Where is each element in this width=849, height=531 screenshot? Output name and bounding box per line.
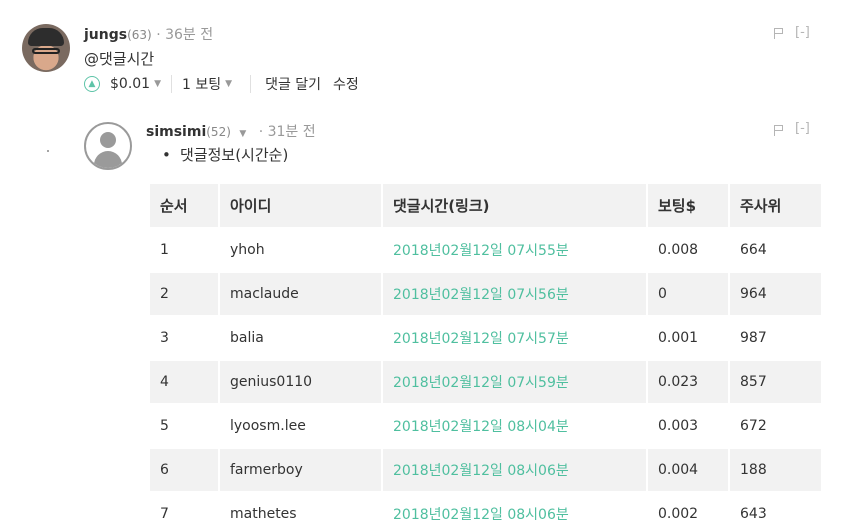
- cell-voting: 0.001: [646, 316, 730, 361]
- cell-voting: 0.004: [646, 448, 730, 493]
- chevron-down-icon[interactable]: ▼: [154, 79, 161, 89]
- cell-dice: 643: [728, 492, 823, 531]
- cell-order: 5: [148, 404, 220, 449]
- author-link[interactable]: jungs: [84, 27, 127, 43]
- cell-voting: 0.008: [646, 228, 730, 273]
- comment-time[interactable]: · 36분 전: [156, 27, 213, 43]
- author-link[interactable]: simsimi: [146, 124, 206, 140]
- table-row: 3 balia 2018년02월12일 07시57분 0.001 987: [148, 316, 823, 361]
- reply-button[interactable]: 댓글 달기: [265, 74, 321, 94]
- cell-voting: 0.023: [646, 360, 730, 405]
- cell-dice: 857: [728, 360, 823, 405]
- cell-order: 1: [148, 228, 220, 273]
- divider: [250, 75, 252, 93]
- cell-dice: 987: [728, 316, 823, 361]
- cell-time-link[interactable]: 2018년02월12일 07시59분: [381, 360, 648, 405]
- upvote-circle-icon[interactable]: ▲: [84, 76, 100, 92]
- cell-time-link[interactable]: 2018년02월12일 08시06분: [381, 448, 648, 493]
- cell-voting: 0.002: [646, 492, 730, 531]
- flag-icon[interactable]: [774, 125, 784, 136]
- comment-body: @댓글시간: [84, 50, 155, 68]
- cap-shape: [28, 28, 64, 46]
- header-time: 댓글시간(링크): [381, 184, 648, 229]
- table-row: 4 genius0110 2018년02월12일 07시59분 0.023 85…: [148, 360, 823, 405]
- header-voting: 보팅$: [646, 184, 730, 229]
- header-id: 아이디: [218, 184, 383, 229]
- votes-count[interactable]: 1 보팅: [182, 74, 221, 94]
- divider: [171, 75, 173, 93]
- glasses-shape: [32, 48, 60, 54]
- comment-meta: simsimi(52) ▼ · 31분 전: [146, 121, 316, 141]
- cell-time-link[interactable]: 2018년02월12일 07시55분: [381, 228, 648, 273]
- default-user-icon[interactable]: [84, 122, 132, 170]
- cell-id: maclaude: [218, 272, 383, 317]
- cell-id: yhoh: [218, 228, 383, 273]
- table-row: 7 mathetes 2018년02월12일 08시06분 0.002 643: [148, 492, 823, 531]
- reputation: (52): [206, 125, 231, 139]
- avatar[interactable]: [22, 24, 70, 72]
- cell-order: 7: [148, 492, 220, 531]
- flag-icon[interactable]: [774, 28, 784, 39]
- comments-page: jungs(63) · 36분 전 @댓글시간 ▲ $0.01 ▼ 1 보팅 ▼…: [0, 0, 849, 531]
- table-row: 2 maclaude 2018년02월12일 07시56분 0 964: [148, 272, 823, 317]
- bullet-icon: •: [162, 146, 171, 164]
- header-dice: 주사위: [728, 184, 823, 229]
- cell-dice: 664: [728, 228, 823, 273]
- cell-order: 6: [148, 448, 220, 493]
- table-row: 1 yhoh 2018년02월12일 07시55분 0.008 664: [148, 228, 823, 273]
- cell-voting: 0: [646, 272, 730, 317]
- cell-order: 4: [148, 360, 220, 405]
- cell-voting: 0.003: [646, 404, 730, 449]
- thread-dot: [47, 150, 49, 152]
- cell-order: 3: [148, 316, 220, 361]
- table-row: 6 farmerboy 2018년02월12일 08시06분 0.004 188: [148, 448, 823, 493]
- list-item-text: 댓글정보(시간순): [180, 146, 289, 164]
- cell-order: 2: [148, 272, 220, 317]
- collapse-button[interactable]: [-]: [795, 25, 810, 40]
- comment-time[interactable]: · 31분 전: [259, 124, 316, 140]
- cell-id: balia: [218, 316, 383, 361]
- list-item: • 댓글정보(시간순): [162, 144, 288, 165]
- edit-button[interactable]: 수정: [333, 74, 359, 94]
- comment-info-table: 순서 아이디 댓글시간(링크) 보팅$ 주사위 1 yhoh 2018년02월1…: [148, 184, 823, 531]
- table-row: 5 lyoosm.lee 2018년02월12일 08시04분 0.003 67…: [148, 404, 823, 449]
- cell-time-link[interactable]: 2018년02월12일 07시57분: [381, 316, 648, 361]
- chevron-down-icon[interactable]: ▼: [225, 79, 232, 89]
- cell-dice: 964: [728, 272, 823, 317]
- chevron-down-icon[interactable]: ▼: [239, 129, 246, 139]
- comment-actions: ▲ $0.01 ▼ 1 보팅 ▼ 댓글 달기 수정: [84, 74, 371, 94]
- table-header-row: 순서 아이디 댓글시간(링크) 보팅$ 주사위: [148, 184, 823, 229]
- cell-dice: 672: [728, 404, 823, 449]
- cell-id: farmerboy: [218, 448, 383, 493]
- cell-time-link[interactable]: 2018년02월12일 07시56분: [381, 272, 648, 317]
- cell-id: mathetes: [218, 492, 383, 531]
- cell-id: genius0110: [218, 360, 383, 405]
- cell-time-link[interactable]: 2018년02월12일 08시06분: [381, 492, 648, 531]
- cell-id: lyoosm.lee: [218, 404, 383, 449]
- header-order: 순서: [148, 184, 220, 229]
- reputation: (63): [127, 28, 152, 42]
- payout-value[interactable]: $0.01: [110, 76, 150, 92]
- collapse-button[interactable]: [-]: [795, 121, 810, 136]
- cell-dice: 188: [728, 448, 823, 493]
- cell-time-link[interactable]: 2018년02월12일 08시04분: [381, 404, 648, 449]
- comment-meta: jungs(63) · 36분 전: [84, 24, 213, 44]
